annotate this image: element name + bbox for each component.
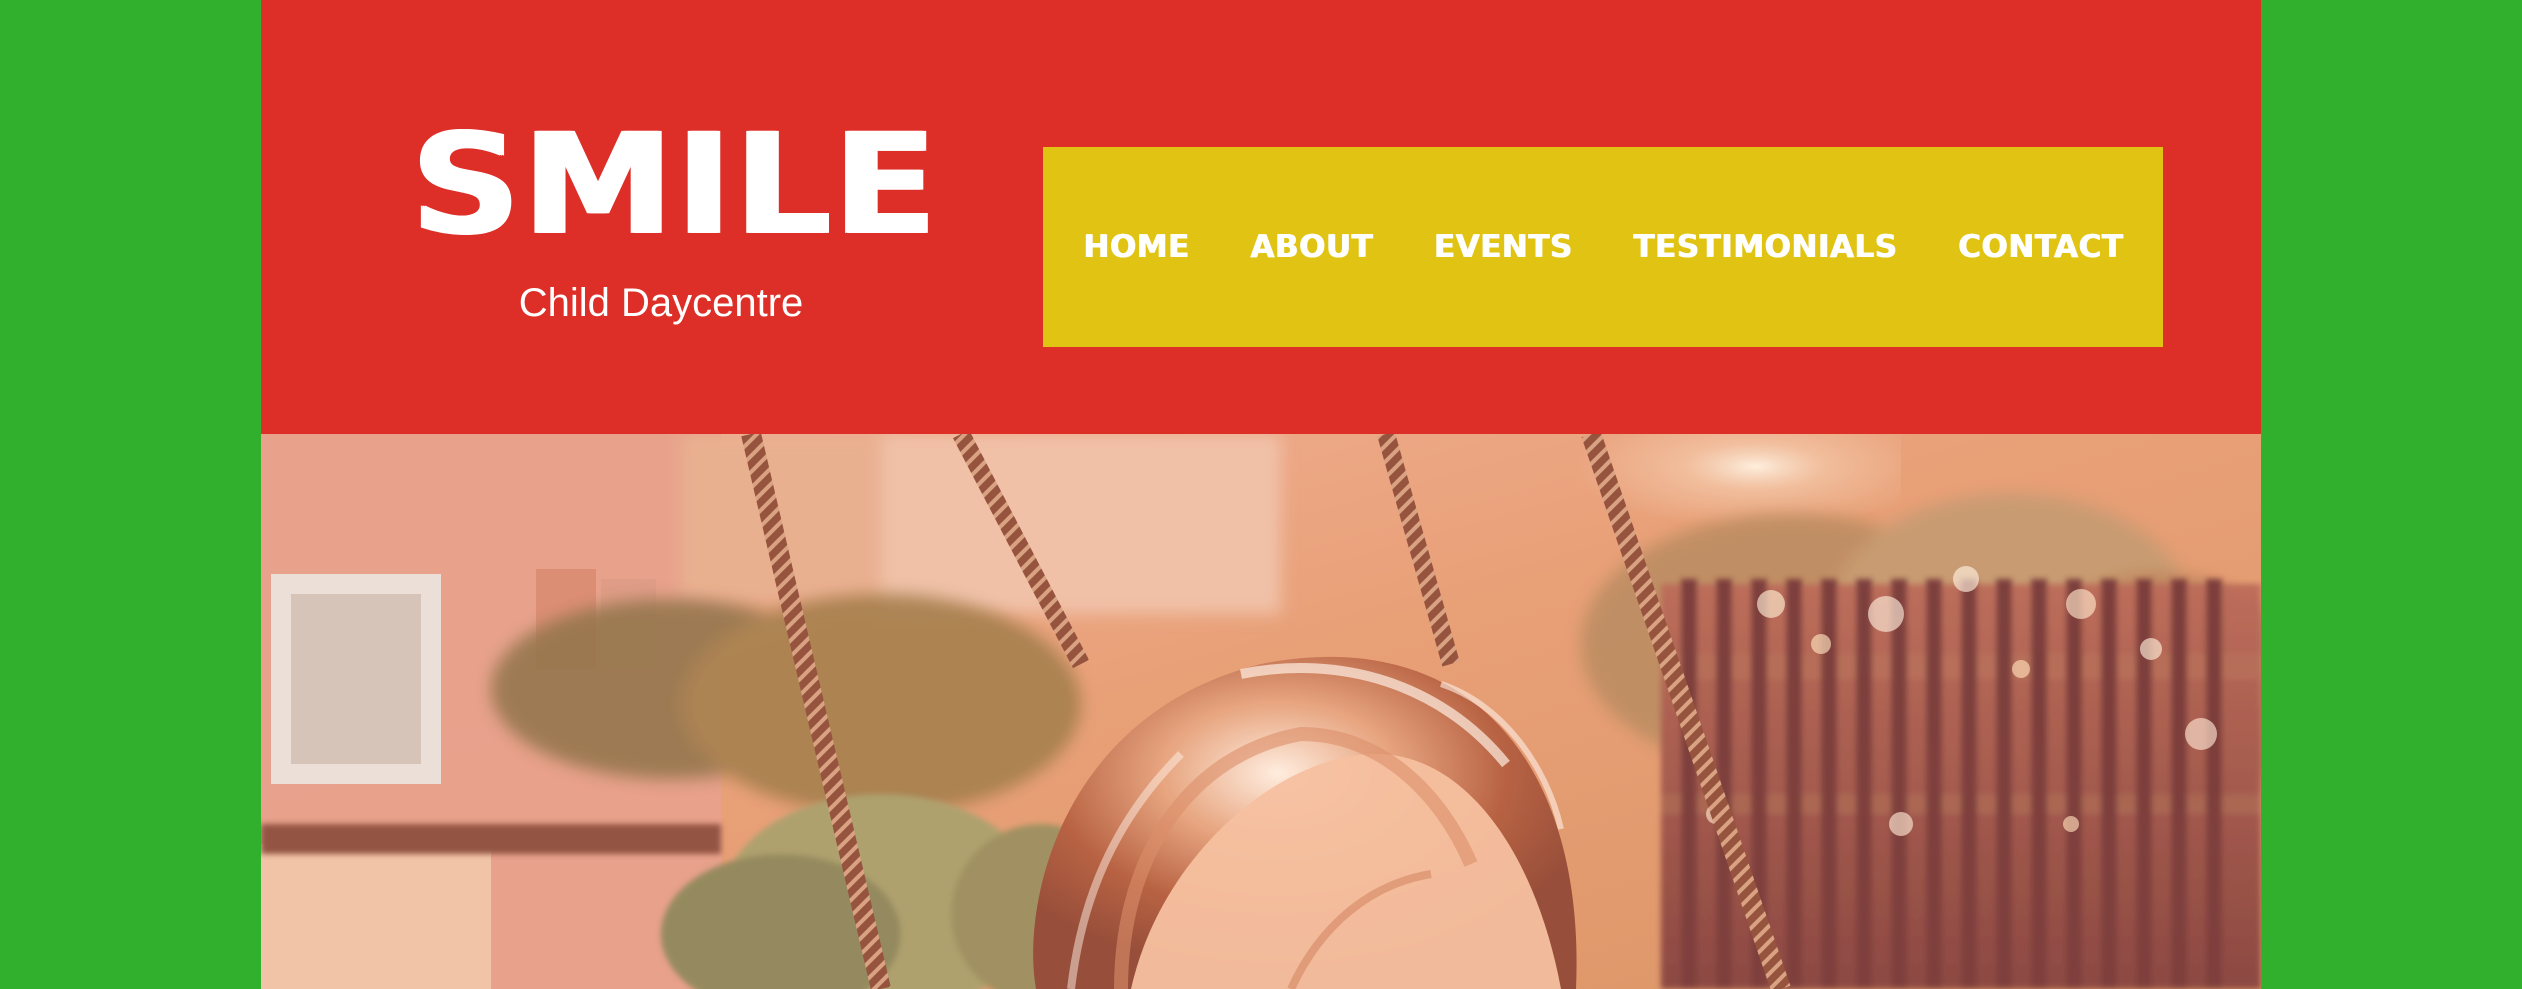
site-logo[interactable]: SMILE Child Daycentre bbox=[411, 100, 939, 328]
main-navigation: HOME ABOUT EVENTS TESTIMONIALS CONTACT bbox=[1043, 147, 2163, 347]
child-on-swing-photo bbox=[261, 434, 2261, 989]
nav-item-home[interactable]: HOME bbox=[1083, 229, 1189, 265]
site-subtitle: Child Daycentre bbox=[518, 281, 804, 325]
nav-item-contact[interactable]: CONTACT bbox=[1958, 229, 2123, 265]
nav-item-testimonials[interactable]: TESTIMONIALS bbox=[1633, 229, 1897, 265]
page-container: SMILE Child Daycentre HOME ABOUT EVENTS … bbox=[261, 0, 2261, 989]
site-header: SMILE Child Daycentre HOME ABOUT EVENTS … bbox=[261, 0, 2261, 434]
nav-item-about[interactable]: ABOUT bbox=[1250, 229, 1373, 265]
nav-item-events[interactable]: EVENTS bbox=[1434, 229, 1573, 265]
site-title: SMILE bbox=[411, 103, 939, 266]
hero-image bbox=[261, 434, 2261, 989]
